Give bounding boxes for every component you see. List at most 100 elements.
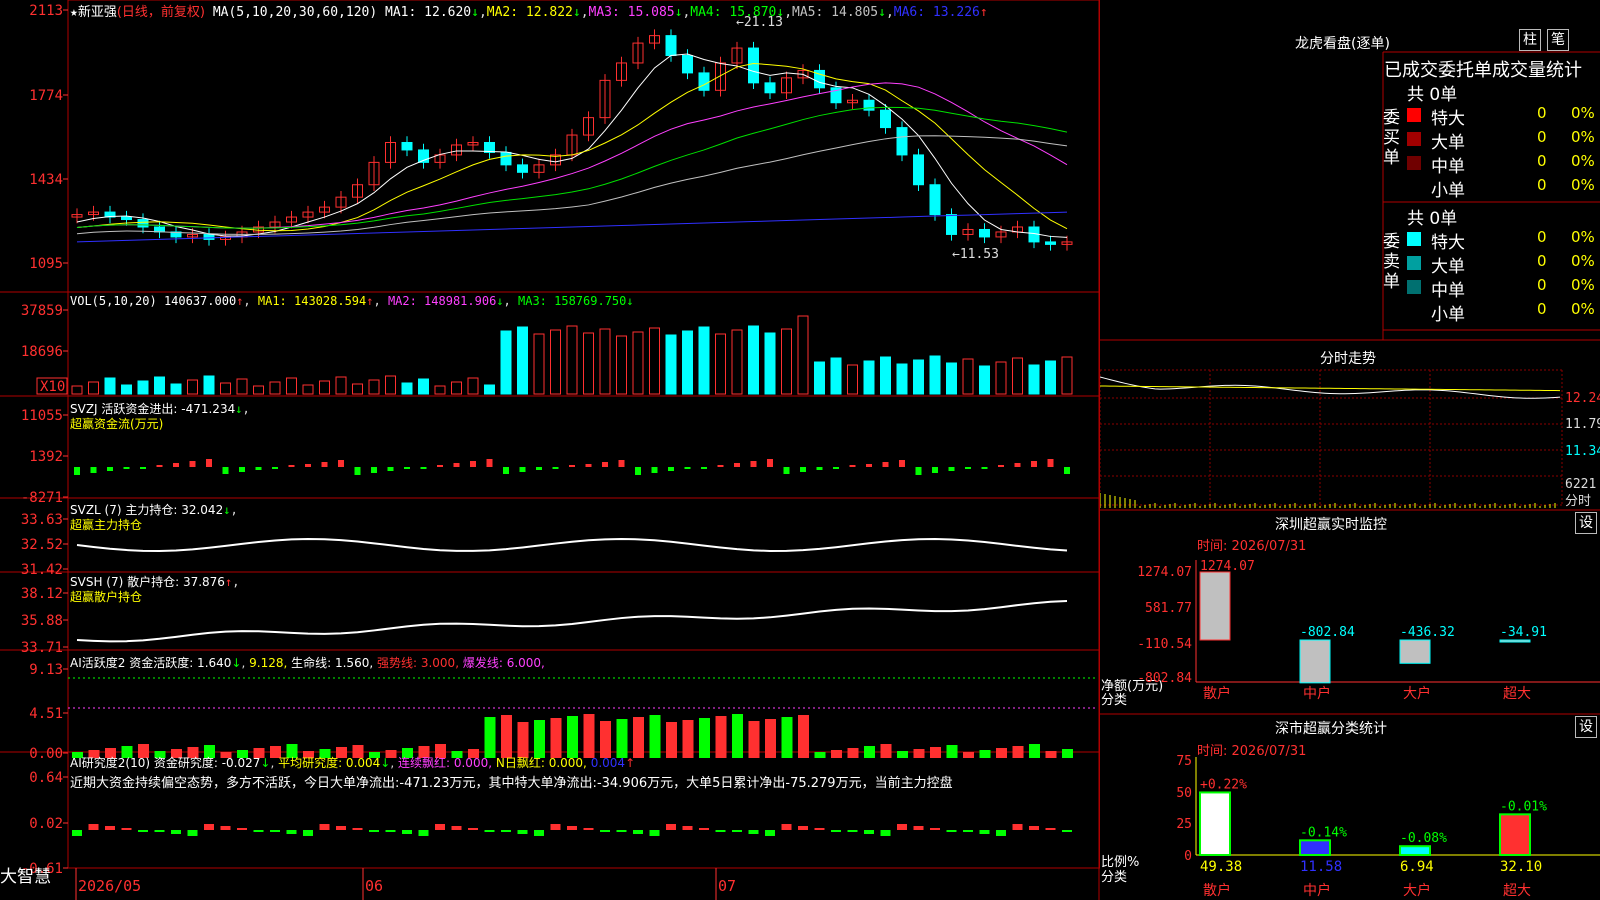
cls-bar-change: +0.22%	[1200, 777, 1247, 792]
fund-flow-bar	[585, 464, 592, 467]
favorite-star-icon[interactable]: ★	[70, 5, 78, 20]
research-bar	[748, 830, 759, 834]
research-bar	[633, 830, 643, 834]
ai-research-header: AI研究度2(10) 资金研究度: -0.027↓, 平均研究度: 0.004↓…	[70, 756, 953, 791]
y-axis-label: 1434	[29, 172, 63, 188]
cls-bar-category: 大户	[1403, 882, 1431, 899]
fund-flow-bar	[882, 462, 889, 467]
sz-bar-value: -436.32	[1400, 625, 1455, 640]
volume-bar	[946, 362, 957, 395]
research-bar	[831, 830, 841, 832]
activity-bar	[633, 717, 644, 758]
sz-bar-value: 1274.07	[1200, 559, 1255, 574]
research-bar	[946, 830, 957, 832]
candle-down	[698, 72, 710, 91]
activity-bar	[1012, 746, 1024, 758]
price-panel-header: ★新亚强(日线，前复权) MA(5,10,20,30,60,120) MA1: …	[70, 5, 988, 20]
activity-bar	[732, 714, 743, 758]
research-bar	[616, 830, 627, 832]
ma5-value: MA5: 14.805	[792, 5, 879, 20]
fund-flow-bar	[453, 463, 460, 467]
fund-flow-bar	[173, 463, 179, 467]
volume-bar	[451, 381, 462, 395]
volume-bar	[385, 375, 396, 395]
price-low-marker: ←11.53	[952, 247, 999, 262]
y-axis-label: 1774	[29, 88, 63, 104]
sz-bar-散户	[1199, 571, 1231, 641]
research-bar	[154, 830, 165, 832]
fund-flow-bar	[288, 465, 295, 467]
cls-bar-change: -0.01%	[1500, 799, 1547, 814]
volume-bar	[979, 365, 990, 395]
volume-bar	[715, 333, 726, 395]
volume-bar	[616, 335, 627, 395]
volume-bar	[550, 329, 561, 395]
n-day-red-value: N日飘红: 0.000,	[495, 756, 587, 770]
volume-bar	[1045, 360, 1056, 395]
timeshare-avg-line	[1100, 385, 1561, 392]
cls-axis-label: 50	[1176, 786, 1192, 801]
y-axis-label: 1095	[29, 256, 63, 272]
candle-down	[682, 55, 693, 74]
volume-bar	[170, 383, 182, 395]
timeshare-price-line	[1100, 376, 1561, 399]
volume-bar	[599, 328, 611, 395]
activity-bar	[501, 715, 512, 758]
fund-flow-bar	[800, 467, 806, 472]
research-bar	[847, 830, 858, 832]
candle-down	[137, 219, 149, 228]
y-axis-label: 0.64	[29, 770, 63, 786]
vol-ma1: MA1: 143028.594	[257, 294, 367, 308]
cls-bar-大户	[1399, 845, 1431, 857]
activity-bar	[484, 717, 496, 758]
volume-bar	[137, 380, 149, 395]
retail-holding-line	[76, 600, 1068, 643]
svsh-panel-header: SVSH (7) 散户持仓: 37.876↑, 超赢散户持仓	[70, 575, 240, 604]
y-axis-label: 0.00	[29, 746, 63, 762]
fund-flow-bar	[1031, 461, 1037, 467]
candle-down	[121, 216, 132, 221]
activity-bar	[550, 718, 562, 758]
research-bar	[781, 824, 792, 830]
fund-flow-bar	[371, 467, 377, 473]
candle-down	[979, 228, 990, 238]
volume-bar	[236, 378, 248, 395]
volume-bar	[1012, 357, 1023, 395]
fund-flow-bar	[701, 467, 707, 469]
fund-flow-bar	[140, 467, 146, 469]
research-bar	[138, 830, 148, 832]
cls-bar-value: 49.38	[1200, 859, 1242, 875]
fund-flow-bar	[668, 467, 674, 471]
timeshare-axis-label: 12.24	[1565, 391, 1600, 406]
research-bar	[1029, 826, 1039, 830]
ai-activity-header: AI活跃度2 资金活跃度: 1.640↓, 9.128, 生命线: 1.560,…	[70, 656, 545, 670]
research-bar	[732, 830, 742, 832]
sz-bar-category: 中户	[1303, 685, 1331, 702]
sz-axis-label: -110.54	[1137, 637, 1192, 652]
research-bar	[286, 830, 297, 834]
cls-bar-散户	[1199, 791, 1231, 857]
volume-bar	[533, 333, 545, 395]
volume-bar	[302, 384, 314, 395]
activity-bar	[583, 714, 595, 758]
research-bar	[600, 830, 610, 832]
fund-flow-bar	[783, 467, 790, 474]
ma-params: MA(5,10,20,30,60,120)	[212, 5, 378, 20]
fund-flow-bar	[123, 467, 130, 469]
candle-down	[764, 82, 776, 94]
fund-flow-bar	[420, 467, 427, 469]
activity-bar	[1045, 751, 1057, 758]
activity-bar	[979, 750, 991, 758]
fund-flow-bar	[189, 461, 196, 467]
fund-flow-bar	[866, 464, 872, 467]
svsh-title: 超赢散户持仓	[70, 590, 143, 604]
research-bar	[814, 828, 825, 830]
fund-flow-bar	[915, 467, 922, 475]
burst-line-value: 爆发线: 6.000,	[462, 656, 545, 670]
volume-bar	[104, 377, 116, 395]
chart-mode: (日线，前复权)	[116, 5, 205, 20]
sz-bar-category: 散户	[1203, 685, 1231, 702]
fund-flow-bar	[1047, 459, 1054, 467]
y-axis-label: 33.71	[21, 640, 63, 656]
sz-bar-value: -34.91	[1500, 625, 1547, 640]
